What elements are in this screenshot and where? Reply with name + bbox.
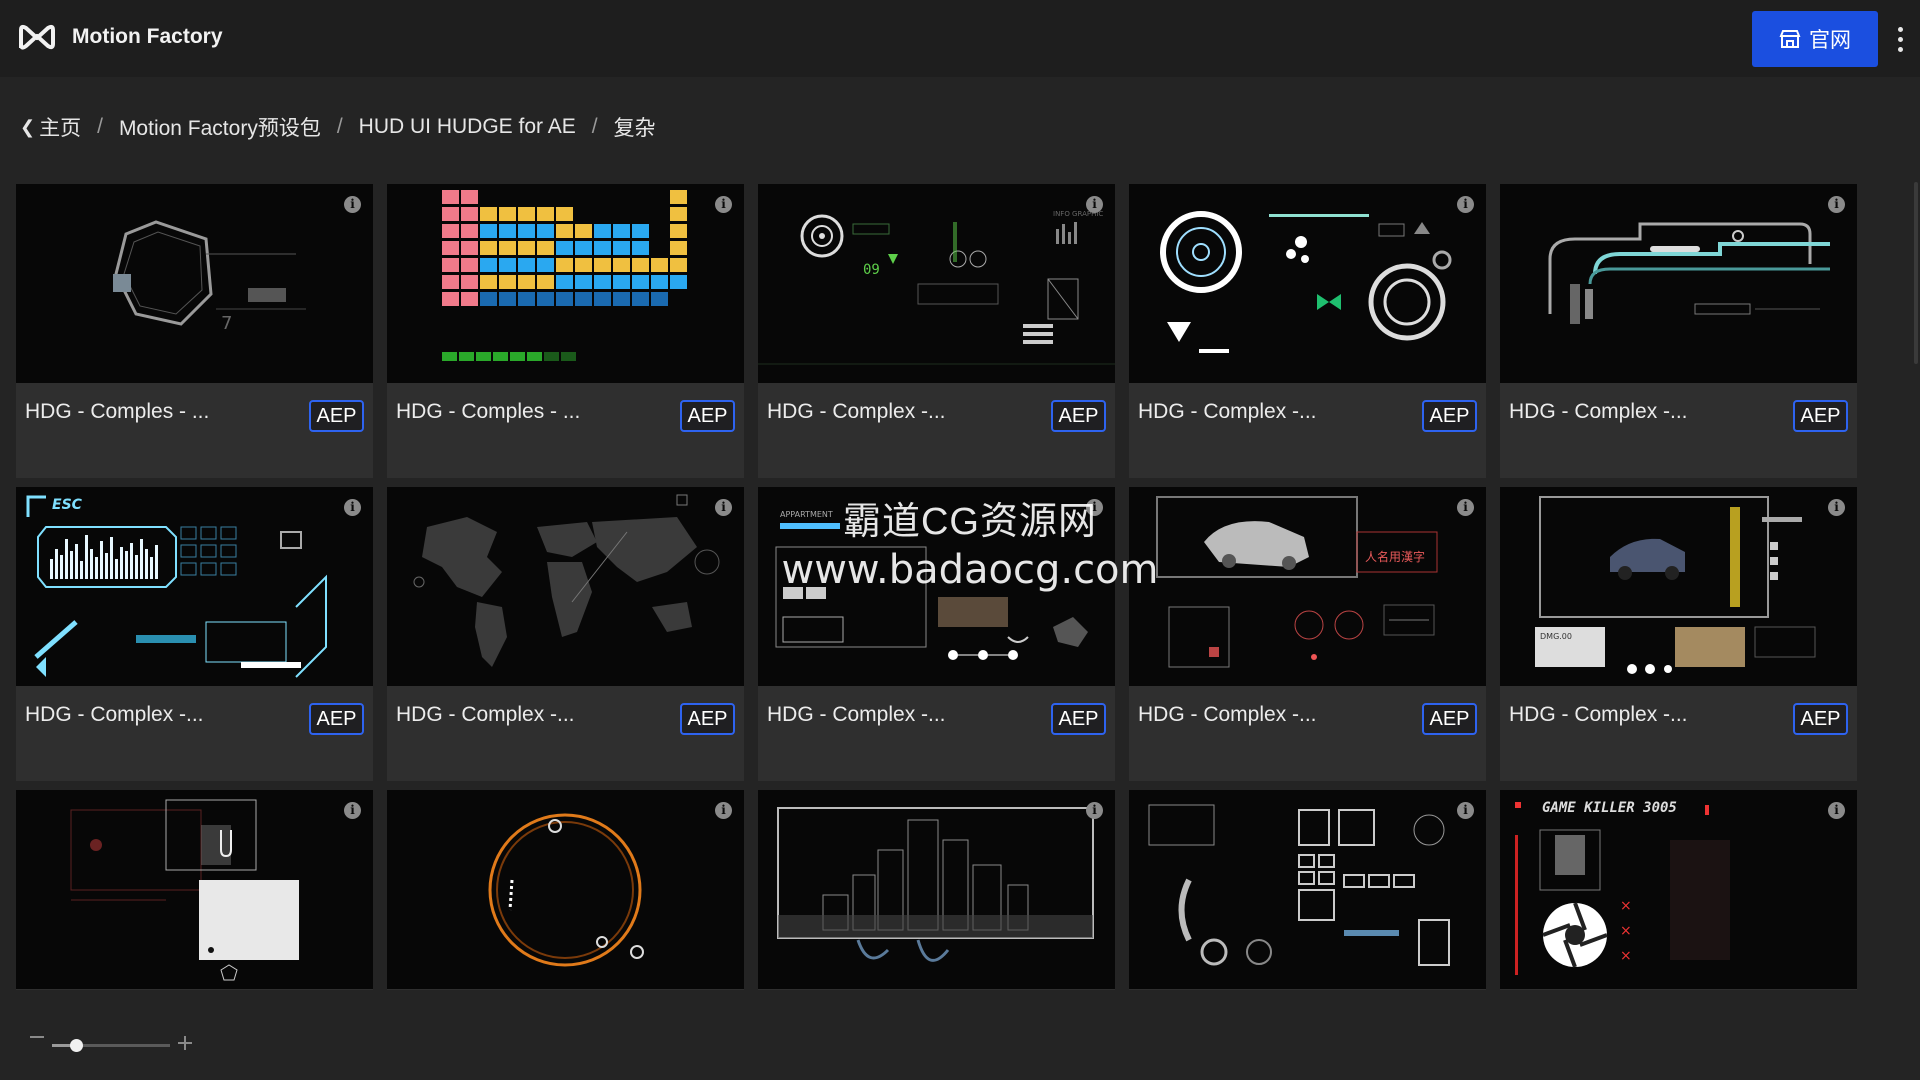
info-icon[interactable]: i (1086, 802, 1103, 819)
breadcrumb-presets[interactable]: Motion Factory预设包 (119, 112, 321, 142)
asset-thumbnail: GAME KILLER 3005 × × × i (1500, 790, 1857, 989)
svg-text:×: × (1620, 948, 1632, 964)
asset-thumbnail: i (1500, 184, 1857, 383)
info-icon[interactable]: i (344, 499, 361, 516)
asset-title: HDG - Complex -... (767, 703, 946, 726)
asset-thumbnail: i (1129, 790, 1486, 989)
asset-thumbnail: i (387, 790, 744, 989)
info-icon[interactable]: i (1828, 499, 1845, 516)
scrollbar[interactable] (1914, 182, 1918, 364)
breadcrumb-pack[interactable]: HUD UI HUDGE for AE (359, 115, 576, 139)
aep-badge: AEP (680, 703, 735, 735)
app-name: Motion Factory (72, 25, 223, 48)
asset-card[interactable]: 人名用漢字 i HDG - Complex -... AEP (1129, 487, 1486, 781)
asset-title: HDG - Complex -... (25, 703, 204, 726)
aep-badge: AEP (309, 400, 364, 432)
asset-card[interactable]: i HDG - Complex -... AEP (1500, 184, 1857, 478)
aep-badge: AEP (309, 703, 364, 735)
asset-thumbnail: 7 i (16, 184, 373, 383)
asset-thumbnail: 09 INFO GRAPHIC i (758, 184, 1115, 383)
chevron-left-icon[interactable]: ❮ (20, 117, 35, 138)
asset-thumbnail: i (16, 790, 373, 989)
breadcrumb: ❮ 主页 / Motion Factory预设包 / HUD UI HUDGE … (20, 112, 656, 142)
official-site-button[interactable]: 官网 (1752, 11, 1878, 67)
asset-card[interactable]: DMG.00 i HDG - Complex -... AEP (1500, 487, 1857, 781)
asset-title: HDG - Complex -... (396, 703, 575, 726)
breadcrumb-separator: / (336, 115, 343, 138)
hud-kanji-label: 人名用漢字 (1365, 549, 1425, 564)
asset-title: HDG - Complex -... (1509, 400, 1688, 423)
asset-title: HDG - Complex -... (1138, 400, 1317, 423)
asset-card[interactable]: ESC i HDG - Complex -... AEP (16, 487, 373, 781)
bottom-bar (0, 998, 1920, 1080)
aep-badge: AEP (1422, 400, 1477, 432)
hud-apartment-label: APPARTMENT (780, 510, 833, 519)
hud-dmg-label: DMG.00 (1540, 632, 1572, 641)
asset-card[interactable]: i HDG - Complex -... AEP (1129, 184, 1486, 478)
info-icon[interactable]: i (344, 196, 361, 213)
info-icon[interactable]: i (344, 802, 361, 819)
hud-esc-label: ESC (52, 497, 83, 513)
svg-text:×: × (1620, 923, 1632, 939)
store-icon (1779, 30, 1801, 48)
asset-thumbnail: i (1129, 184, 1486, 383)
asset-card[interactable]: i (387, 790, 744, 990)
asset-title: HDG - Comples - ... (396, 400, 581, 423)
breadcrumb-home[interactable]: 主页 (39, 112, 81, 142)
aep-badge: AEP (1051, 400, 1106, 432)
info-icon[interactable]: i (715, 196, 732, 213)
asset-card[interactable]: 7 i HDG - Comples - ... AEP (16, 184, 373, 478)
aep-badge: AEP (680, 400, 735, 432)
asset-card[interactable]: APPARTMENT i HDG - Complex -... AEP (758, 487, 1115, 781)
asset-thumbnail: i (758, 790, 1115, 989)
motion-factory-logo[interactable] (18, 22, 56, 52)
asset-card[interactable]: i (758, 790, 1115, 990)
asset-card[interactable]: i (16, 790, 373, 990)
info-icon[interactable]: i (1457, 802, 1474, 819)
official-site-label: 官网 (1809, 29, 1851, 52)
breadcrumb-separator: / (591, 115, 598, 138)
breadcrumb-separator: / (97, 115, 103, 138)
info-icon[interactable]: i (1457, 196, 1474, 213)
asset-card[interactable]: 09 INFO GRAPHIC i HDG - Complex -... AEP (758, 184, 1115, 478)
asset-thumbnail: i (387, 184, 744, 383)
asset-title: HDG - Complex -... (1138, 703, 1317, 726)
asset-card[interactable]: i HDG - Comples - ... AEP (387, 184, 744, 478)
more-menu-icon[interactable] (1888, 22, 1912, 56)
asset-card[interactable]: GAME KILLER 3005 × × × i (1500, 790, 1857, 990)
info-icon[interactable]: i (715, 802, 732, 819)
asset-thumbnail: 人名用漢字 i (1129, 487, 1486, 686)
aep-badge: AEP (1051, 703, 1106, 735)
aep-badge: AEP (1422, 703, 1477, 735)
info-icon[interactable]: i (715, 499, 732, 516)
aep-badge: AEP (1793, 703, 1848, 735)
info-icon[interactable]: i (1828, 802, 1845, 819)
svg-text:×: × (1620, 898, 1632, 914)
info-icon[interactable]: i (1086, 196, 1103, 213)
breadcrumb-current: 复杂 (613, 117, 656, 140)
asset-thumbnail: DMG.00 i (1500, 487, 1857, 686)
asset-card[interactable]: i HDG - Complex -... AEP (387, 487, 744, 781)
asset-thumbnail: APPARTMENT i (758, 487, 1115, 686)
top-bar: Motion Factory 官网 (0, 0, 1920, 77)
zoom-in-icon[interactable] (178, 1036, 192, 1050)
svg-text:7: 7 (221, 313, 232, 334)
asset-thumbnail: ESC i (16, 487, 373, 686)
info-icon[interactable]: i (1457, 499, 1474, 516)
hud-number: 09 (863, 262, 880, 278)
info-icon[interactable]: i (1828, 196, 1845, 213)
asset-title: HDG - Complex -... (1509, 703, 1688, 726)
asset-card[interactable]: i (1129, 790, 1486, 990)
asset-thumbnail: i (387, 487, 744, 686)
asset-title: HDG - Comples - ... (25, 400, 210, 423)
zoom-slider-thumb[interactable] (69, 1039, 83, 1052)
zoom-out-icon[interactable] (30, 1036, 44, 1038)
info-icon[interactable]: i (1086, 499, 1103, 516)
asset-title: HDG - Complex -... (767, 400, 946, 423)
hud-game-killer-label: GAME KILLER 3005 (1542, 800, 1677, 816)
aep-badge: AEP (1793, 400, 1848, 432)
